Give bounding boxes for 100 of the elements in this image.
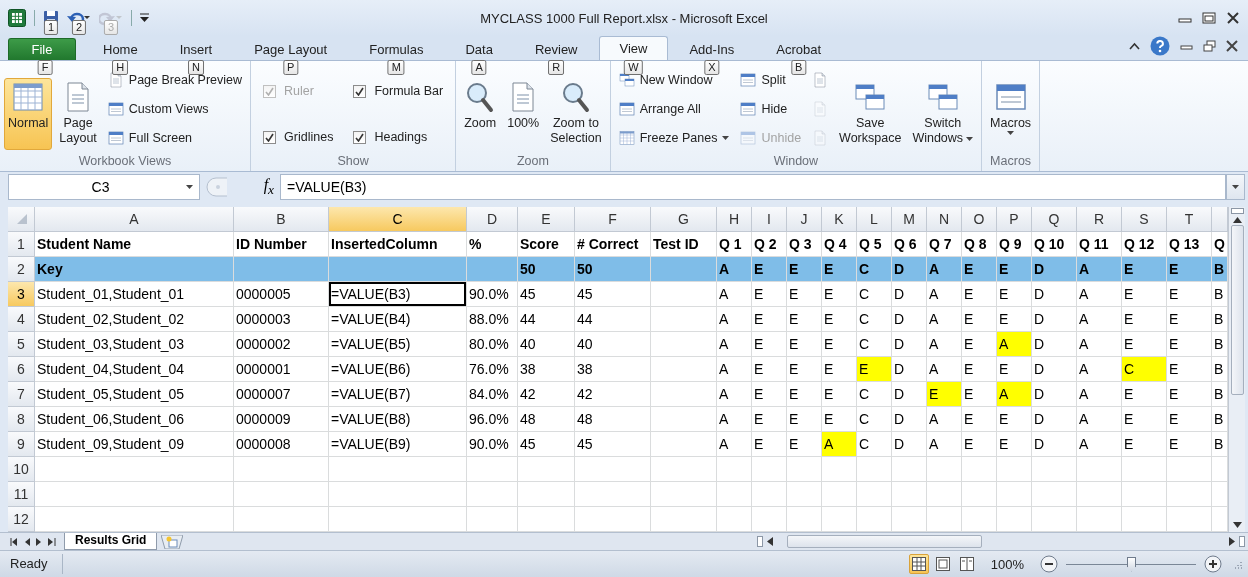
row-header[interactable]: 8 [8, 407, 35, 432]
column-header[interactable]: K [822, 207, 857, 232]
ribbon-tab[interactable]: Add-Ins [668, 38, 756, 60]
column-header[interactable]: R [1077, 207, 1122, 232]
checkbox-option[interactable]: Formula Bar [353, 75, 444, 107]
column-header[interactable]: B [234, 207, 329, 232]
row-header[interactable]: 5 [8, 332, 35, 357]
ribbon-button[interactable]: Full Screen [103, 125, 247, 150]
ribbon-button[interactable]: Custom Views [103, 96, 247, 121]
new-sheet-icon[interactable] [161, 534, 184, 549]
column-header[interactable]: A [35, 207, 234, 232]
view-button[interactable] [908, 554, 929, 574]
grid-cell: A [717, 432, 752, 457]
last-sheet-icon[interactable] [48, 537, 56, 546]
grid-cell: D [1032, 257, 1077, 282]
zoom-out-icon[interactable] [1040, 555, 1058, 573]
column-header[interactable]: D [467, 207, 518, 232]
close-icon[interactable] [1226, 12, 1240, 24]
ribbon-tab[interactable]: Acrobat [755, 38, 843, 60]
sheet-tab[interactable]: Results Grid [64, 533, 158, 550]
checkbox[interactable] [263, 130, 277, 144]
expand-formula-button[interactable] [1226, 174, 1245, 200]
checkbox-option[interactable]: Gridlines [263, 121, 334, 153]
insert-function-button[interactable]: f$_{x}$ [263, 175, 274, 199]
column-header[interactable]: M [892, 207, 927, 232]
ribbon-tab[interactable]: Review [513, 38, 599, 60]
splitter-handle-icon[interactable] [206, 177, 228, 197]
ribbon-button[interactable]: Normal [4, 78, 53, 150]
column-header[interactable]: S [1122, 207, 1167, 232]
ribbon-tab[interactable]: Page Layout [233, 38, 349, 60]
help-icon[interactable] [1150, 36, 1170, 56]
row-header[interactable]: 9 [8, 432, 35, 457]
close-icon[interactable] [1226, 40, 1238, 52]
ribbon-tab[interactable]: Home [82, 38, 159, 60]
column-header[interactable]: H [717, 207, 752, 232]
grid-cell: E [822, 257, 857, 282]
scroll-right-icon[interactable] [1229, 537, 1235, 546]
row-header[interactable]: 7 [8, 382, 35, 407]
ribbon-button[interactable]: Zoom to Selection [546, 78, 606, 150]
grid-cell: Student_03,Student_03 [35, 332, 234, 357]
resize-grip-icon[interactable] [1232, 559, 1242, 569]
ribbon-button[interactable]: Switch Windows [908, 78, 978, 150]
row-header[interactable]: 6 [8, 357, 35, 382]
checkbox[interactable] [353, 84, 367, 98]
ribbon-button[interactable]: Page Layout [55, 78, 101, 150]
column-header[interactable]: Q [1032, 207, 1077, 232]
column-header[interactable]: P [997, 207, 1032, 232]
scroll-down-icon[interactable] [1232, 522, 1242, 528]
column-header[interactable]: T [1167, 207, 1212, 232]
row-header[interactable]: 1 [8, 232, 35, 257]
row-header[interactable]: 4 [8, 307, 35, 332]
formula-field[interactable]: =VALUE(B3) [280, 174, 1226, 200]
grid-cell: A [717, 282, 752, 307]
row-header[interactable]: 2 [8, 257, 35, 282]
customize-menu-icon[interactable] [140, 13, 149, 23]
column-header[interactable]: O [962, 207, 997, 232]
next-sheet-icon[interactable] [36, 537, 42, 546]
page-icon [812, 71, 829, 88]
checkbox-option[interactable]: Headings [353, 121, 444, 153]
restore-icon[interactable] [1203, 40, 1216, 52]
scroll-left-icon[interactable] [767, 537, 773, 546]
column-header[interactable]: E [518, 207, 575, 232]
ribbon-tab[interactable]: Insert [158, 38, 234, 60]
zoom-slider[interactable] [1066, 559, 1196, 569]
column-header[interactable]: I [752, 207, 787, 232]
column-header[interactable]: J [787, 207, 822, 232]
column-header[interactable]: G [651, 207, 717, 232]
ribbon-tab[interactable]: View [598, 36, 669, 60]
ribbon-button[interactable]: Save Workspace [835, 78, 906, 150]
scroll-up-icon[interactable] [1232, 217, 1242, 223]
grid-cell: 84.0% [467, 382, 518, 407]
grid-cell: E [752, 432, 787, 457]
zoom-in-icon[interactable] [1204, 555, 1222, 573]
ribbon-button[interactable]: Zoom [460, 78, 501, 150]
previous-sheet-icon[interactable] [24, 537, 30, 546]
vertical-scrollbar[interactable] [1228, 207, 1245, 532]
first-sheet-icon[interactable] [10, 537, 18, 546]
row-header[interactable]: 11 [8, 482, 35, 507]
ribbon-tab[interactable]: File [8, 38, 76, 60]
ribbon-button[interactable]: Freeze Panes [614, 125, 734, 150]
column-header[interactable]: L [857, 207, 892, 232]
collapse-ribbon-icon[interactable] [1129, 42, 1140, 50]
column-header[interactable]: N [927, 207, 962, 232]
ribbon-tab[interactable]: Data [444, 38, 514, 60]
checkbox[interactable] [353, 130, 367, 144]
horizontal-scrollbar[interactable] [757, 534, 1245, 549]
ribbon-button[interactable]: Arrange All [614, 96, 734, 121]
ribbon-button[interactable]: Hide [736, 96, 806, 121]
row-header[interactable]: 3 [8, 282, 35, 307]
ribbon-tab[interactable]: Formulas [348, 38, 445, 60]
row-header[interactable]: 12 [8, 507, 35, 532]
ribbon-button[interactable]: 100% [503, 78, 544, 150]
restore-icon[interactable] [1202, 12, 1216, 24]
ribbon-button[interactable]: Macros [986, 78, 1036, 150]
zoom-level[interactable]: 100% [990, 556, 1024, 572]
spreadsheet-logo-icon[interactable] [8, 9, 26, 27]
name-box[interactable]: C3 [8, 174, 200, 200]
row-header[interactable]: 10 [8, 457, 35, 482]
column-header[interactable]: C [329, 207, 467, 232]
column-header[interactable]: F [575, 207, 651, 232]
